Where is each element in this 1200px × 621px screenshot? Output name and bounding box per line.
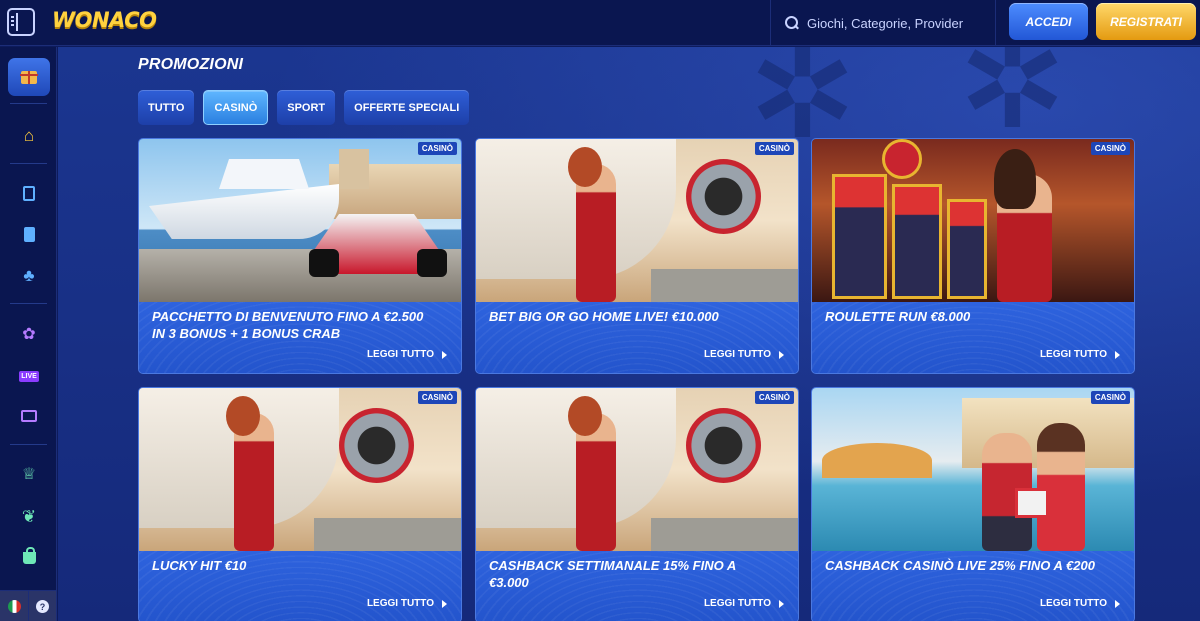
read-more-link[interactable]: LEGGI TUTTO: [367, 598, 447, 609]
language-button[interactable]: [0, 591, 28, 621]
sidebar-item-slots[interactable]: [8, 175, 50, 211]
promo-image-jet-woman: [139, 388, 461, 551]
sidebar: ⌂ ♣ ✿ LIVE ♕ ❦ ?: [0, 47, 57, 621]
promo-title-line: ROULETTE RUN €8.000: [825, 309, 971, 324]
read-more-link[interactable]: LEGGI TUTTO: [367, 349, 447, 360]
promo-image-slot-woman: [812, 139, 1134, 302]
chip-icon: ✿: [22, 326, 36, 343]
main-content: ✲ ✲ PROMOZIONI TUTTO CASINÒ SPORT OFFERT…: [58, 47, 1200, 621]
sidebar-item-lucky[interactable]: ♣: [8, 257, 50, 293]
tab-offerte-speciali[interactable]: OFFERTE SPECIALI: [344, 90, 470, 125]
promo-title-line: PACCHETTO DI BENVENUTO FINO A €2.500: [152, 309, 424, 324]
promo-title-line: BET BIG OR GO HOME LIVE! €10.000: [489, 309, 719, 324]
arrow-right-icon: [1115, 350, 1120, 359]
clover-icon: ♣: [23, 265, 35, 285]
promo-card[interactable]: CASINÒ CASHBACK SETTIMANALE 15% FINO A €…: [475, 387, 799, 621]
promo-card[interactable]: CASINÒ CASHBACK CASINÒ LIVE 25% FINO A €…: [811, 387, 1135, 621]
top-bar: WONACO ACCEDI REGISTRATI: [0, 0, 1200, 46]
promo-title: CASHBACK CASINÒ LIVE 25% FINO A €200: [825, 557, 1125, 574]
promo-title-line: €3.000: [489, 575, 529, 590]
sidebar-item-shop[interactable]: [8, 538, 50, 574]
read-more-label: LEGGI TUTTO: [1039, 598, 1107, 609]
search-bar[interactable]: [770, 0, 996, 46]
sidebar-item-home[interactable]: ⌂: [8, 117, 50, 153]
promo-title: PACCHETTO DI BENVENUTO FINO A €2.500 IN …: [152, 308, 452, 342]
read-more-label: LEGGI TUTTO: [366, 598, 434, 609]
sidebar-item-promotions[interactable]: [8, 58, 50, 96]
promo-title: CASHBACK SETTIMANALE 15% FINO A €3.000: [489, 557, 789, 591]
sidebar-divider: [10, 103, 47, 104]
read-more-link[interactable]: LEGGI TUTTO: [704, 349, 784, 360]
promo-title-line: LUCKY HIT €10: [152, 558, 247, 573]
brand-logo[interactable]: WONACO: [52, 8, 157, 36]
sidebar-item-live-tv[interactable]: [8, 398, 50, 434]
sidebar-item-cards[interactable]: [8, 216, 50, 252]
sidebar-item-tournaments[interactable]: ♕: [8, 457, 50, 493]
arrow-right-icon: [779, 350, 784, 359]
tab-casino[interactable]: CASINÒ: [203, 90, 269, 125]
sidebar-toggle-icon[interactable]: [7, 8, 35, 36]
read-more-label: LEGGI TUTTO: [703, 349, 771, 360]
read-more-label: LEGGI TUTTO: [366, 349, 434, 360]
promo-tabs: TUTTO CASINÒ SPORT OFFERTE SPECIALI: [138, 90, 470, 125]
sidebar-item-sport[interactable]: ❦: [8, 498, 50, 534]
read-more-link[interactable]: LEGGI TUTTO: [1040, 598, 1120, 609]
search-input[interactable]: [807, 15, 987, 31]
sidebar-divider: [10, 303, 47, 304]
promo-image-pool-couple: [812, 388, 1134, 551]
tv-icon: [21, 410, 37, 422]
read-more-link[interactable]: LEGGI TUTTO: [704, 598, 784, 609]
promo-title: LUCKY HIT €10: [152, 557, 452, 574]
read-more-link[interactable]: LEGGI TUTTO: [1040, 349, 1120, 360]
tab-sport[interactable]: SPORT: [277, 90, 336, 125]
sidebar-item-casino-games[interactable]: ✿: [8, 317, 50, 353]
sidebar-footer: ?: [0, 590, 57, 621]
arrow-right-icon: [1115, 599, 1120, 608]
help-icon: ?: [36, 600, 49, 613]
promo-image-jet-woman: [476, 139, 798, 302]
promo-title-line: CASHBACK CASINÒ LIVE 25% FINO A €200: [825, 558, 1095, 573]
slot-machine-icon: [23, 185, 35, 201]
sidebar-divider: [10, 444, 47, 445]
italy-flag-icon: [7, 600, 21, 613]
promo-title-line: IN 3 BONUS + 1 BONUS CRAB: [152, 326, 341, 341]
read-more-label: LEGGI TUTTO: [1039, 349, 1107, 360]
live-icon: LIVE: [19, 370, 39, 382]
search-icon[interactable]: [785, 16, 799, 30]
category-badge: CASINÒ: [417, 142, 457, 155]
promo-card[interactable]: CASINÒ PACCHETTO DI BENVENUTO FINO A €2.…: [138, 138, 462, 374]
promo-card[interactable]: CASINÒ LUCKY HIT €10 LEGGI TUTTO: [138, 387, 462, 621]
promo-card[interactable]: CASINÒ ROULETTE RUN €8.000 LEGGI TUTTO: [811, 138, 1135, 374]
category-badge: CASINÒ: [417, 391, 457, 404]
promo-card[interactable]: CASINÒ BET BIG OR GO HOME LIVE! €10.000 …: [475, 138, 799, 374]
sidebar-divider: [10, 163, 47, 164]
arrow-right-icon: [442, 350, 447, 359]
promo-image-yacht-racecar: [139, 139, 461, 302]
category-badge: CASINÒ: [1090, 391, 1130, 404]
home-icon: ⌂: [23, 125, 35, 145]
register-button[interactable]: REGISTRATI: [1096, 3, 1196, 40]
palm-decoration-icon: ✲: [958, 47, 1067, 155]
leaf-icon: ❦: [21, 506, 37, 526]
category-badge: CASINÒ: [754, 142, 794, 155]
promo-image-jet-woman: [476, 388, 798, 551]
category-badge: CASINÒ: [754, 391, 794, 404]
promo-title-line: CASHBACK SETTIMANALE 15% FINO A: [489, 558, 737, 573]
promo-title: BET BIG OR GO HOME LIVE! €10.000: [489, 308, 789, 325]
promo-title: ROULETTE RUN €8.000: [825, 308, 1125, 325]
tab-tutto[interactable]: TUTTO: [138, 90, 195, 125]
gift-icon: [20, 70, 38, 84]
trophy-icon: ♕: [21, 466, 37, 483]
arrow-right-icon: [442, 599, 447, 608]
arrow-right-icon: [779, 599, 784, 608]
bag-icon: [22, 546, 36, 564]
card-icon: [23, 226, 35, 242]
category-badge: CASINÒ: [1090, 142, 1130, 155]
login-button[interactable]: ACCEDI: [1009, 3, 1088, 40]
read-more-label: LEGGI TUTTO: [703, 598, 771, 609]
page-title: PROMOZIONI: [138, 56, 244, 73]
sidebar-item-live[interactable]: LIVE: [8, 358, 50, 394]
help-button[interactable]: ?: [28, 591, 56, 621]
